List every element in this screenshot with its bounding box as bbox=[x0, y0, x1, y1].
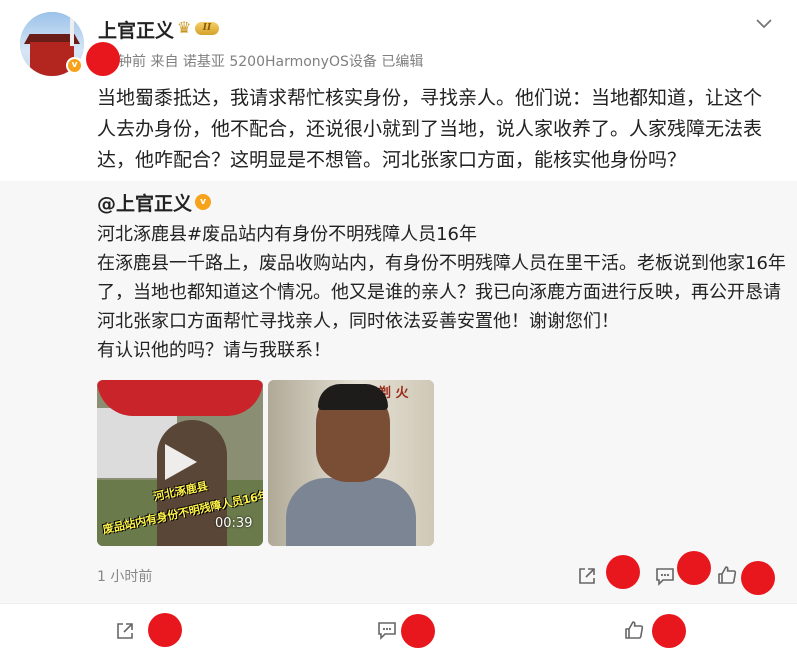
repost-timestamp: 1 小时前 bbox=[97, 569, 153, 585]
level-label: II bbox=[195, 22, 219, 35]
verified-badge-icon: v bbox=[195, 194, 211, 210]
redaction-mark bbox=[148, 613, 182, 647]
comment-icon[interactable] bbox=[376, 619, 398, 641]
redaction-mark bbox=[86, 42, 120, 76]
username[interactable]: 上官正义 bbox=[98, 16, 174, 43]
redaction-mark bbox=[606, 555, 640, 589]
post-meta: 分钟前 来自 诺基亚 5200HarmonyOS设备 已编辑 bbox=[104, 54, 424, 70]
share-icon[interactable] bbox=[576, 565, 598, 587]
member-level-badge[interactable]: ♛ II bbox=[177, 18, 223, 38]
post-header: v 上官正义 ♛ II 分钟前 来自 诺基亚 5200HarmonyOS设备 已… bbox=[0, 0, 797, 80]
repost-line-ask: 有认识他的吗？请与我联系！ bbox=[97, 340, 331, 361]
repost-text: 河北涿鹿县#废品站内有身份不明残障人员16年 在涿鹿县一千路上，废品收购站内，有… bbox=[97, 220, 787, 365]
crown-icon: ♛ bbox=[177, 18, 192, 37]
video-thumbnail[interactable]: 河北涿鹿县 废品站内有身份不明残障人员16年 00:39 bbox=[97, 380, 263, 546]
photo-thumbnail[interactable]: 剃 火 bbox=[268, 380, 434, 546]
like-icon[interactable] bbox=[623, 619, 645, 641]
like-icon[interactable] bbox=[716, 564, 738, 586]
redaction-mark bbox=[401, 614, 435, 648]
share-icon[interactable] bbox=[114, 620, 136, 642]
verified-badge-icon: v bbox=[66, 57, 83, 74]
redaction-mark bbox=[741, 561, 775, 595]
comment-icon[interactable] bbox=[654, 565, 676, 587]
repost-card[interactable]: @上官正义 v 河北涿鹿县#废品站内有身份不明残障人员16年 在涿鹿县一千路上，… bbox=[0, 181, 797, 603]
redaction-mark bbox=[652, 614, 686, 648]
video-duration: 00:39 bbox=[215, 516, 253, 531]
repost-line-title: 河北涿鹿县#废品站内有身份不明残障人员16年 bbox=[97, 224, 477, 245]
post-text: 当地蜀黍抵达，我请求帮忙核实身份，寻找亲人。他们说：当地都知道，让这个人去办身份… bbox=[97, 87, 763, 171]
repost-line-body: 在涿鹿县一千路上，废品收购站内，有身份不明残障人员在里干活。老板说到他家16年了… bbox=[97, 253, 786, 332]
play-icon[interactable] bbox=[163, 442, 199, 482]
chevron-down-icon[interactable] bbox=[754, 14, 774, 34]
redaction-mark bbox=[677, 551, 711, 585]
repost-author[interactable]: @上官正义 bbox=[97, 189, 192, 216]
